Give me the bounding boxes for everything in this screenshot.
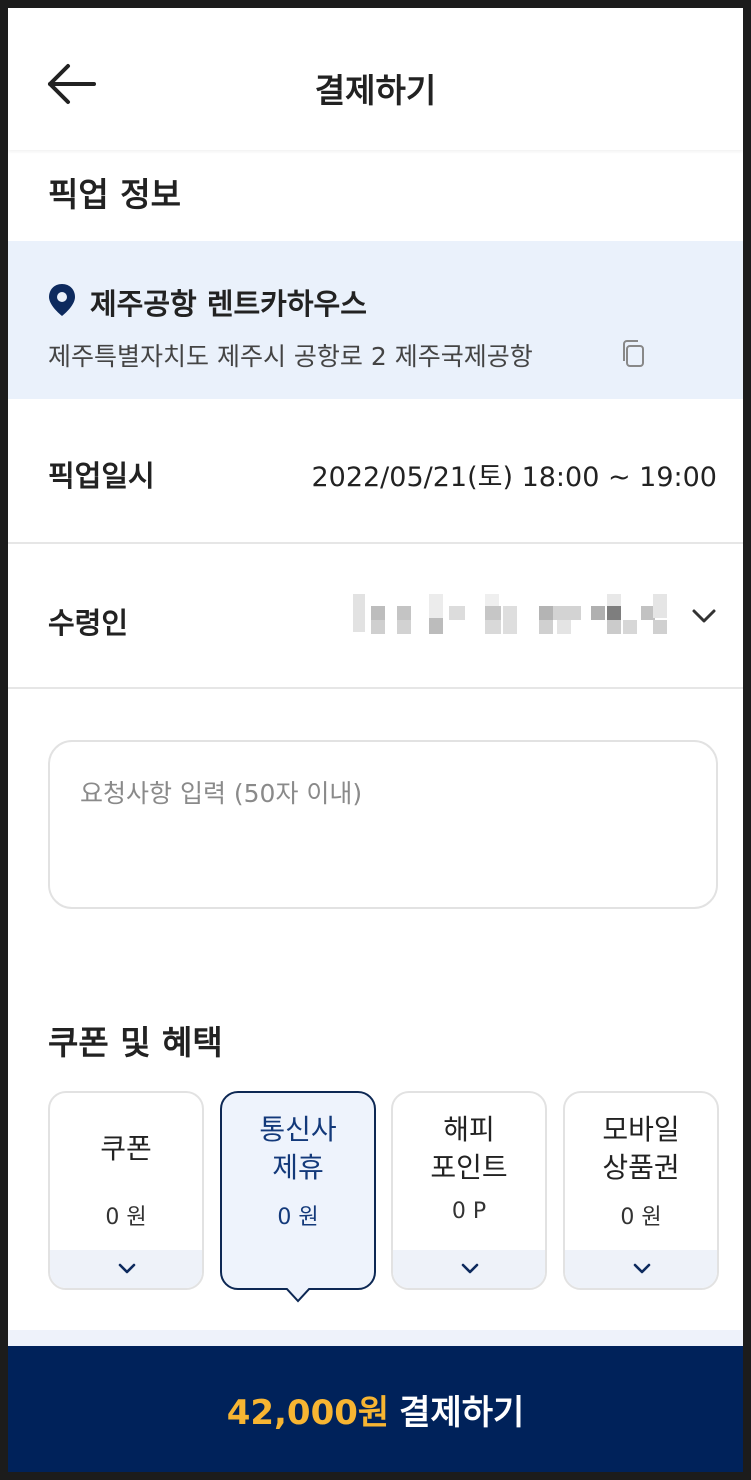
- benefit-card-footer: [50, 1250, 202, 1288]
- benefit-card-footer: [393, 1250, 545, 1288]
- benefit-card-amount: 0 P: [451, 1199, 487, 1224]
- pay-amount: 42,000원: [226, 1392, 390, 1433]
- pay-button[interactable]: 42,000원 결제하기: [8, 1346, 743, 1472]
- recipient-row[interactable]: 수령인: [8, 544, 743, 689]
- benefit-card-telecom[interactable]: 통신사 제휴 0 원: [220, 1091, 376, 1303]
- benefit-card-amount: 0 원: [620, 1205, 662, 1230]
- location-pin-icon: [49, 284, 75, 316]
- benefit-card-happy-point[interactable]: 해피 포인트 0 P: [391, 1091, 547, 1290]
- chevron-down-icon: [461, 1263, 479, 1274]
- location-name: 제주공항 렌트카하우스: [90, 287, 367, 321]
- copy-icon[interactable]: [620, 339, 646, 369]
- benefit-card-label: 쿠폰: [100, 1132, 152, 1165]
- pickup-section-title: 픽업 정보: [48, 175, 181, 214]
- pickup-datetime-value: 2022/05/21(토) 18:00 ~ 19:00: [311, 462, 717, 493]
- benefit-card-label: 해피 포인트: [430, 1113, 508, 1184]
- benefit-card-footer: [565, 1250, 717, 1288]
- recipient-label: 수령인: [48, 606, 129, 640]
- benefits-section-title: 쿠폰 및 혜택: [48, 1023, 223, 1062]
- benefit-card-amount: 0 원: [105, 1205, 147, 1230]
- app-frame: 결제하기 픽업 정보 제주공항 렌트카하우스 제주특별자치도 제주시 공항로 2…: [8, 8, 743, 1472]
- benefit-card-coupon[interactable]: 쿠폰 0 원: [48, 1091, 204, 1290]
- page-title: 결제하기: [314, 71, 437, 110]
- benefit-card-mobile-voucher[interactable]: 모바일 상품권 0 원: [563, 1091, 719, 1290]
- pickup-datetime-label: 픽업일시: [48, 459, 155, 493]
- request-input[interactable]: 요청사항 입력 (50자 이내): [48, 740, 718, 909]
- header: 결제하기: [8, 8, 743, 150]
- selected-pointer-icon: [286, 1288, 310, 1303]
- chevron-down-icon: [633, 1263, 651, 1274]
- pay-label: 결제하기: [399, 1392, 525, 1433]
- pickup-datetime-row: 픽업일시 2022/05/21(토) 18:00 ~ 19:00: [8, 399, 743, 544]
- chevron-down-icon: [118, 1263, 136, 1274]
- location-address: 제주특별자치도 제주시 공항로 2 제주국제공항: [48, 342, 533, 371]
- recipient-value-redacted: [353, 592, 673, 636]
- pickup-location-box: 제주공항 렌트카하우스 제주특별자치도 제주시 공항로 2 제주국제공항: [8, 241, 743, 399]
- benefit-card-label: 모바일 상품권: [602, 1113, 680, 1184]
- benefit-card-amount: 0 원: [277, 1205, 319, 1230]
- benefit-card-label: 통신사 제휴: [259, 1113, 337, 1184]
- chevron-down-icon[interactable]: [691, 606, 717, 626]
